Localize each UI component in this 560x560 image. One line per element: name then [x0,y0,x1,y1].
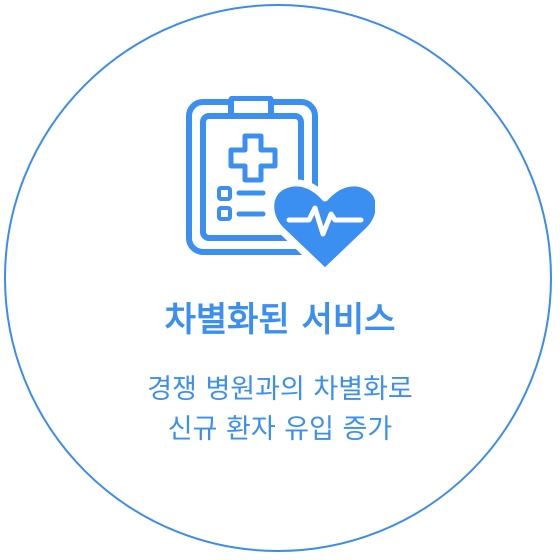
card-title: 차별화된 서비스 [164,300,396,340]
circle-frame [4,4,552,552]
description-line-1: 경쟁 병원과의 차별화로 [147,374,413,405]
clipboard-medical-heart-icon [186,96,375,276]
description-line-2: 신규 환자 유입 증가 [167,414,393,445]
card-description: 경쟁 병원과의 차별화로 신규 환자 유입 증가 [0,370,560,450]
service-card: 차별화된 서비스 경쟁 병원과의 차별화로 신규 환자 유입 증가 [0,0,560,560]
